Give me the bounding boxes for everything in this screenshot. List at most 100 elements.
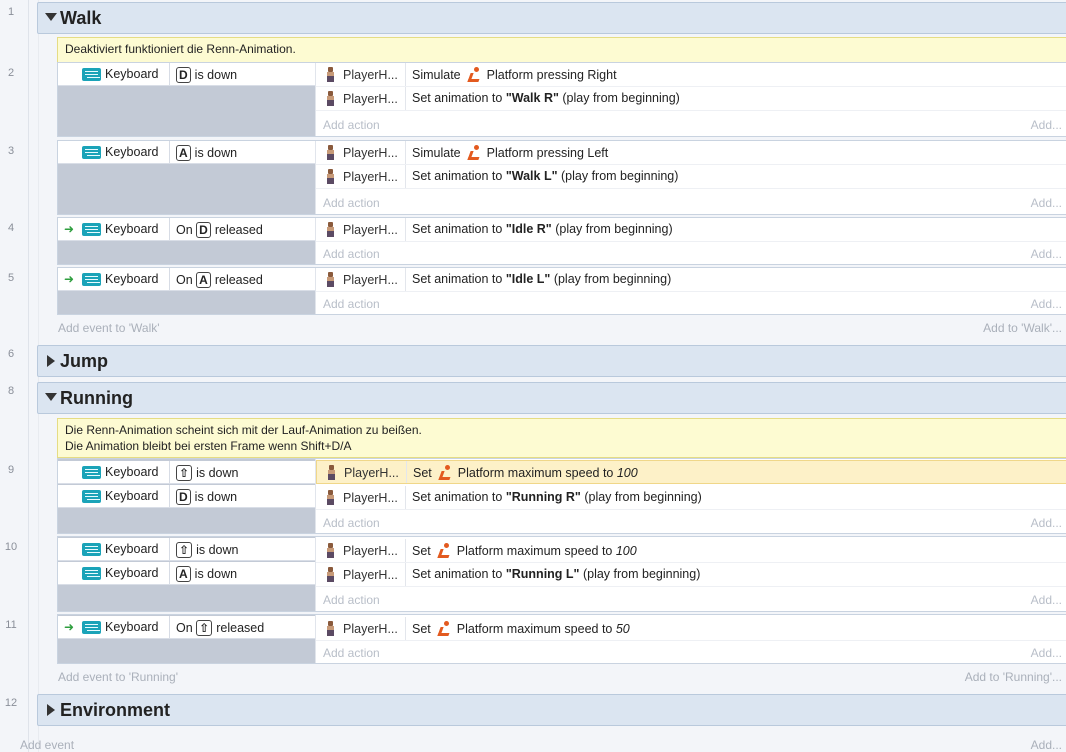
- add-action-link[interactable]: Add action: [323, 247, 380, 261]
- comment[interactable]: Die Renn-Animation scheint sich mit der …: [57, 418, 1066, 458]
- add-to-running-link[interactable]: Add to 'Running'...: [965, 670, 1062, 684]
- add-more-link[interactable]: Add...: [1031, 297, 1062, 311]
- add-action-link[interactable]: Add action: [323, 297, 380, 311]
- condition-row[interactable]: ➜ Keyboard On ⇧ released: [58, 616, 315, 639]
- comment[interactable]: Deaktiviert funktioniert die Renn-Animat…: [57, 37, 1066, 63]
- keyboard-icon: [82, 272, 101, 286]
- add-action-link[interactable]: Add action: [323, 196, 380, 210]
- expand-triangle-icon[interactable]: [47, 704, 55, 716]
- action-text: Platform maximum speed to: [457, 466, 614, 480]
- add-action-link[interactable]: Add action: [323, 593, 380, 607]
- action-row[interactable]: PlayerH... Set animation to "Running R" …: [316, 486, 1066, 510]
- condition-row[interactable]: Keyboard Dis down: [58, 63, 315, 86]
- add-event-to-walk-link[interactable]: Add event to 'Walk': [58, 321, 160, 335]
- add-action-link[interactable]: Add action: [323, 646, 380, 660]
- group-walk[interactable]: Walk: [37, 2, 1066, 34]
- speed-value: 100: [615, 544, 637, 558]
- action-text: Set animation to: [412, 222, 503, 236]
- action-row[interactable]: PlayerH... Set Platform maximum speed to …: [316, 539, 1066, 563]
- add-action-row[interactable]: Add action Add...: [316, 114, 1066, 136]
- action-row[interactable]: PlayerH... Simulate Platform pressing Lef…: [316, 141, 1066, 165]
- condition-row[interactable]: Keyboard Ais down: [58, 141, 315, 164]
- conditions-area[interactable]: Keyboard ⇧ is down Keyboard Dis down: [58, 459, 315, 533]
- group-running[interactable]: Running: [37, 382, 1066, 414]
- event-block[interactable]: Keyboard ⇧ is down Keyboard Dis down Play…: [57, 458, 1066, 534]
- condition-text: is down: [194, 567, 238, 581]
- action-row[interactable]: PlayerH... Simulate Platform pressing Rig…: [316, 63, 1066, 87]
- collapse-triangle-icon[interactable]: [45, 13, 57, 21]
- conditions-area[interactable]: ➜ Keyboard On Areleased: [58, 268, 315, 314]
- actions-area[interactable]: PlayerH... Set Platform maximum speed to …: [315, 459, 1066, 533]
- animation-name: "Running L": [505, 567, 580, 581]
- add-more-bottom-link[interactable]: Add...: [1031, 738, 1062, 752]
- event-block[interactable]: ➜ Keyboard On Dreleased PlayerH... Set a…: [57, 217, 1066, 265]
- actions-area[interactable]: PlayerH... Set Platform maximum speed to …: [315, 615, 1066, 663]
- group-jump[interactable]: Jump: [37, 345, 1066, 377]
- condition-row[interactable]: ➜ Keyboard On Dreleased: [58, 218, 315, 241]
- event-block[interactable]: Keyboard ⇧ is down Keyboard Ais down Play…: [57, 536, 1066, 612]
- trigger-arrow-icon: ➜: [64, 222, 75, 236]
- condition-text: is down: [196, 466, 239, 480]
- action-row-selected[interactable]: PlayerH... Set Platform maximum speed to …: [316, 460, 1066, 484]
- action-row[interactable]: PlayerH... Set animation to "Walk L" (pl…: [316, 165, 1066, 189]
- action-verb: Set: [412, 622, 431, 636]
- condition-text: is down: [196, 543, 239, 557]
- condition-row[interactable]: ➜ Keyboard On Areleased: [58, 268, 315, 291]
- action-text: Set animation to: [412, 91, 503, 105]
- condition-row[interactable]: Keyboard ⇧ is down: [58, 461, 315, 484]
- action-row[interactable]: PlayerH... Set animation to "Idle L" (pl…: [316, 268, 1066, 292]
- action-row[interactable]: PlayerH... Set animation to "Idle R" (pl…: [316, 218, 1066, 242]
- conditions-area[interactable]: Keyboard Dis down: [58, 63, 315, 136]
- add-action-row[interactable]: Add action Add...: [316, 512, 1066, 534]
- condition-row[interactable]: Keyboard ⇧ is down: [58, 538, 315, 561]
- add-action-link[interactable]: Add action: [323, 118, 380, 132]
- add-action-row[interactable]: Add action Add...: [316, 589, 1066, 611]
- action-row[interactable]: PlayerH... Set Platform maximum speed to …: [316, 617, 1066, 641]
- actions-area[interactable]: PlayerH... Set animation to "Idle L" (pl…: [315, 268, 1066, 314]
- add-more-link[interactable]: Add...: [1031, 196, 1062, 210]
- actions-area[interactable]: PlayerH... Set Platform maximum speed to …: [315, 537, 1066, 611]
- add-more-link[interactable]: Add...: [1031, 247, 1062, 261]
- conditions-area[interactable]: Keyboard Ais down: [58, 141, 315, 214]
- event-block[interactable]: ➜ Keyboard On ⇧ released PlayerH... Set Pl…: [57, 614, 1066, 664]
- add-more-link[interactable]: Add...: [1031, 646, 1062, 660]
- conditions-area[interactable]: ➜ Keyboard On ⇧ released: [58, 615, 315, 663]
- conditions-area[interactable]: Keyboard ⇧ is down Keyboard Ais down: [58, 537, 315, 611]
- event-block[interactable]: ➜ Keyboard On Areleased PlayerH... Set a…: [57, 267, 1066, 315]
- player-icon: [326, 169, 334, 185]
- condition-row[interactable]: Keyboard Ais down: [58, 562, 315, 585]
- add-more-link[interactable]: Add...: [1031, 516, 1062, 530]
- expand-triangle-icon[interactable]: [47, 355, 55, 367]
- group-environment[interactable]: Environment: [37, 694, 1066, 726]
- player-icon: [326, 145, 334, 161]
- actions-area[interactable]: PlayerH... Simulate Platform pressing Lef…: [315, 141, 1066, 214]
- add-action-row[interactable]: Add action Add...: [316, 293, 1066, 315]
- add-event-link[interactable]: Add event: [20, 738, 74, 752]
- conditions-area[interactable]: ➜ Keyboard On Dreleased: [58, 218, 315, 264]
- line-number: 4: [7, 222, 15, 234]
- action-text: (play from beginning): [553, 272, 672, 286]
- add-more-link[interactable]: Add...: [1031, 118, 1062, 132]
- collapse-triangle-icon[interactable]: [45, 393, 57, 401]
- action-text: (play from beginning): [584, 490, 702, 504]
- event-block[interactable]: Keyboard Dis down PlayerH... Simulate Pla…: [57, 62, 1066, 137]
- add-action-link[interactable]: Add action: [323, 516, 380, 530]
- add-more-link[interactable]: Add...: [1031, 593, 1062, 607]
- action-row[interactable]: PlayerH... Set animation to "Running L" …: [316, 563, 1066, 587]
- add-event-to-running-link[interactable]: Add event to 'Running': [58, 670, 178, 684]
- line-number: 8: [7, 385, 15, 397]
- group-title: Environment: [60, 700, 171, 720]
- condition-row[interactable]: Keyboard Dis down: [58, 485, 315, 508]
- key-d: D: [196, 222, 211, 238]
- add-action-row[interactable]: Add action Add...: [316, 243, 1066, 265]
- add-action-row[interactable]: Add action Add...: [316, 192, 1066, 214]
- actions-area[interactable]: PlayerH... Set animation to "Idle R" (pl…: [315, 218, 1066, 264]
- condition-text: released: [216, 621, 265, 635]
- action-row[interactable]: PlayerH... Set animation to "Walk R" (pl…: [316, 87, 1066, 111]
- player-icon: [326, 490, 334, 506]
- add-action-row[interactable]: Add action Add...: [316, 642, 1066, 664]
- event-block[interactable]: Keyboard Ais down PlayerH... Simulate Pla…: [57, 140, 1066, 215]
- actions-area[interactable]: PlayerH... Simulate Platform pressing Rig…: [315, 63, 1066, 136]
- speed-value: 50: [615, 622, 630, 636]
- add-to-walk-link[interactable]: Add to 'Walk'...: [983, 321, 1062, 335]
